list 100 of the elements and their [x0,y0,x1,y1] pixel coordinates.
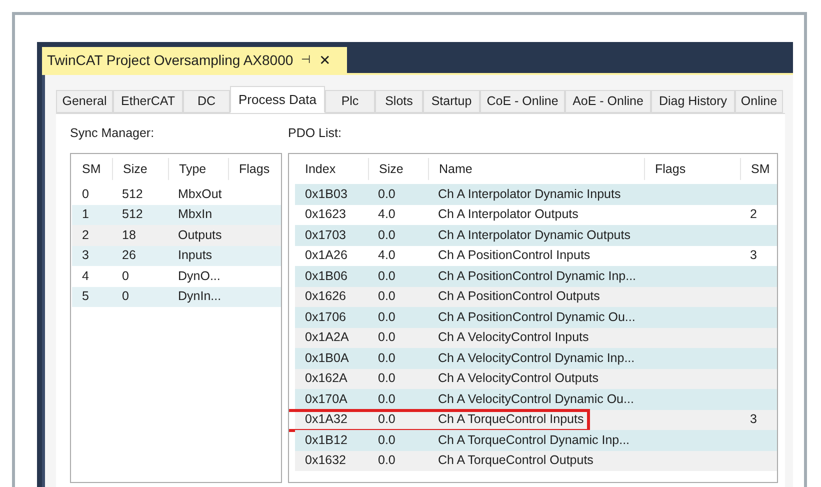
table-cell: 0x1B12 [305,432,348,447]
table-cell: 1 [82,207,89,222]
table-cell: 18 [122,228,136,242]
table-cell: 3 [82,248,89,262]
table-cell: Outputs [178,228,222,242]
column-header[interactable]: SM [82,160,101,178]
table-cell: 2 [750,207,757,222]
table-row[interactable]: 0x1B12 0.0 Ch A TorqueControl Dynamic Inp... [295,430,777,450]
tab[interactable]: EtherCAT [113,90,183,113]
column-header[interactable]: Index [305,160,336,178]
table-cell: 3 [750,248,757,262]
table-cell: Ch A Interpolator Outputs [438,207,578,222]
section-label: PDO List: [288,126,342,140]
table-cell: Ch A Interpolator Dynamic Outputs [438,228,630,242]
table-row[interactable]: 0x1B0A 0.0 Ch A VelocityControl Dynamic Inp... [295,348,777,368]
table-cell: 0x1A26 [305,248,348,262]
column-header[interactable]: Flags [239,160,270,178]
table-cell: Ch A PositionControl Dynamic Inp... [438,268,636,283]
table-cell: 4.0 [378,248,396,262]
table-cell: Ch A PositionControl Outputs [438,289,600,304]
table-cell: 512 [122,186,143,201]
table-cell: 5 [82,289,89,304]
table-cell: Ch A PositionControl Dynamic Ou... [438,310,636,324]
table-cell: 0 [122,268,129,283]
table-cell: 4 [82,268,89,283]
close-icon[interactable]: ✕ [319,50,332,70]
column-header[interactable]: Flags [655,160,686,178]
table-cell: 0x1703 [305,228,346,242]
tab[interactable]: Startup [423,90,480,113]
table-cell: Ch A TorqueControl Dynamic Inp... [438,432,630,447]
table-cell: 0 [82,186,89,201]
table-row[interactable]: 0x1B03 0.0 Ch A Interpolator Dynamic Inputs [295,184,777,204]
tab[interactable]: General [56,90,113,113]
table-cell: DynIn... [178,289,222,304]
table-row[interactable]: 0x1706 0.0 Ch A PositionControl Dynamic Ou... [295,307,777,328]
table-cell: 0.0 [378,330,396,344]
table-cell: Ch A VelocityControl Inputs [438,330,589,344]
table-cell: 0.0 [378,412,396,426]
table-cell: 0.0 [378,371,396,386]
table-cell: 0x1B0A [305,350,349,365]
table-row[interactable]: 2 18 Outputs [72,225,281,246]
table-cell: Ch A VelocityControl Dynamic Ou... [438,392,634,406]
table-row[interactable]: 0x1B06 0.0 Ch A PositionControl Dynamic Inp... [295,266,777,286]
table-cell: 0.0 [378,432,396,447]
table-cell: 0.0 [378,186,396,201]
table-cell: Ch A TorqueControl Outputs [438,453,594,468]
tab[interactable]: CoE - Online [480,90,565,113]
document-tab[interactable]: TwinCAT Project Oversampling AX8000 ⊣ ✕ [42,47,347,73]
table-row[interactable]: 0x162A 0.0 Ch A VelocityControl Outputs [295,368,777,389]
table-cell: 0x162A [305,371,348,386]
column-header[interactable]: Type [179,160,206,178]
table-row[interactable]: 5 0 DynIn... [72,286,281,307]
table-cell: Ch A VelocityControl Dynamic Inp... [438,350,635,365]
document-title: TwinCAT Project Oversampling AX8000 [47,50,294,70]
table-row[interactable]: 0x170A 0.0 Ch A VelocityControl Dynamic Ou... [295,389,777,410]
table-row[interactable]: 0x1A2A 0.0 Ch A VelocityControl Inputs [295,328,777,348]
tab[interactable]: Online [735,90,783,113]
table-cell: 0.0 [378,310,396,324]
table-cell: Inputs [178,248,212,262]
table-row[interactable]: 0x1632 0.0 Ch A TorqueControl Outputs [295,450,777,471]
table-cell: 2 [82,228,89,242]
tab[interactable]: DC [183,90,230,113]
table-cell: 26 [122,248,136,262]
table-cell: 0x170A [305,392,348,406]
table-cell: 3 [750,412,757,426]
table-cell: 0.0 [378,289,396,304]
table-row[interactable]: 0x1703 0.0 Ch A Interpolator Dynamic Outputs [295,225,777,246]
table-cell: 0x1B06 [305,268,348,283]
table-cell: 0.0 [378,268,396,283]
table-cell: DynO... [178,268,220,283]
pin-icon[interactable]: ⊣ [301,52,312,68]
table-cell: Ch A TorqueControl Inputs [438,412,584,426]
table-cell: 4.0 [378,207,396,222]
tab[interactable]: Process Data [230,86,325,113]
table-row[interactable]: 1 512 MbxIn [72,204,281,225]
tab[interactable]: AoE - Online [565,90,651,113]
table-cell: Ch A PositionControl Inputs [438,248,590,262]
table-row[interactable]: 0x1626 0.0 Ch A PositionControl Outputs [295,286,777,307]
table-cell: 0x1632 [305,453,346,468]
table-cell: 0 [122,289,129,304]
column-header[interactable]: SM [751,160,770,178]
section-label: Sync Manager: [70,126,154,140]
table-row[interactable]: 3 26 Inputs [72,246,281,266]
column-header[interactable]: Size [123,160,148,178]
column-header[interactable]: Size [379,160,404,178]
table-cell: 0x1A32 [305,412,348,426]
table-cell: Ch A Interpolator Dynamic Inputs [438,186,621,201]
tab[interactable]: Plc [325,90,375,113]
table-cell: 0.0 [378,453,396,468]
table-cell: Ch A VelocityControl Outputs [438,371,599,386]
table-cell: 0.0 [378,392,396,406]
tab[interactable]: Diag History [651,90,735,113]
table-cell: 0.0 [378,350,396,365]
tab[interactable]: Slots [375,90,423,113]
table-cell: 0x1623 [305,207,346,222]
table-cell: 0.0 [378,228,396,242]
column-header[interactable]: Name [439,160,472,178]
table-cell: 0x1626 [305,289,346,304]
table-cell: MbxOut [178,186,222,201]
table-cell: 0x1A2A [305,330,349,344]
